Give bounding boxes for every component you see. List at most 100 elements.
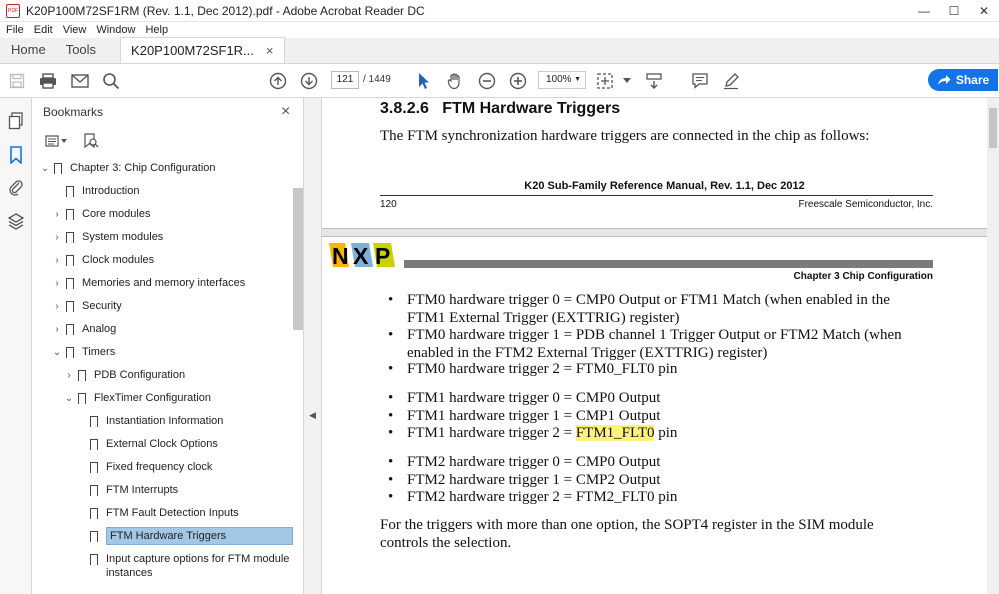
bookmark-item[interactable]: › Clock modules xyxy=(51,250,154,270)
bookmark-item[interactable]: › PDB Configuration xyxy=(63,365,185,385)
select-cursor-icon[interactable] xyxy=(414,71,434,91)
save-icon[interactable] xyxy=(7,71,27,91)
fit-page-icon[interactable] xyxy=(595,71,615,91)
footer-publisher: Freescale Semiconductor, Inc. xyxy=(798,199,933,210)
bookmarks-panel-title: Bookmarks xyxy=(43,105,104,119)
bookmark-label: Clock modules xyxy=(82,254,155,266)
bookmark-options-icon[interactable] xyxy=(43,132,71,150)
search-icon[interactable] xyxy=(101,71,121,91)
bookmark-item[interactable]: ⌄ Chapter 3: Chip Configuration xyxy=(39,158,216,178)
bookmark-label: System modules xyxy=(82,231,164,243)
pen-icon[interactable] xyxy=(721,71,741,91)
maximize-button[interactable]: ☐ xyxy=(939,0,969,22)
layers-icon[interactable] xyxy=(6,211,26,231)
collapse-panel-icon[interactable]: ◀ xyxy=(309,410,316,421)
scroll-mode-icon[interactable] xyxy=(644,71,664,91)
find-bookmark-icon[interactable] xyxy=(77,132,105,150)
bookmark-item[interactable]: Introduction xyxy=(51,181,139,201)
svg-text:N: N xyxy=(332,243,349,269)
bookmark-label: Introduction xyxy=(82,185,140,197)
hand-tool-icon[interactable] xyxy=(445,71,465,91)
tab-document[interactable]: K20P100M72SF1R... × xyxy=(120,37,285,64)
bookmark-icon xyxy=(66,185,74,200)
bookmark-item[interactable]: FTM Hardware Triggers xyxy=(90,526,293,546)
panel-splitter[interactable]: ◀ xyxy=(304,98,322,594)
next-page-icon[interactable] xyxy=(299,71,319,91)
bookmark-item[interactable]: › Analog xyxy=(51,319,116,339)
panel-scrollbar[interactable] xyxy=(293,188,303,330)
bookmark-item[interactable]: › Memories and memory interfaces xyxy=(51,273,245,293)
bookmark-icon xyxy=(78,392,86,407)
bookmark-item[interactable]: FTM Interrupts xyxy=(90,480,178,500)
menu-file[interactable]: File xyxy=(6,24,24,36)
bookmark-item[interactable]: › System modules xyxy=(51,227,163,247)
bookmark-item[interactable]: instances xyxy=(106,566,152,580)
chevron-right-icon[interactable]: › xyxy=(51,232,63,243)
bookmark-panel-icon[interactable] xyxy=(6,145,26,165)
chevron-right-icon[interactable]: › xyxy=(51,255,63,266)
document-scroll-thumb[interactable] xyxy=(989,108,997,148)
bookmark-icon xyxy=(66,254,74,269)
share-button[interactable]: Share xyxy=(928,69,998,91)
menu-edit[interactable]: Edit xyxy=(34,24,53,36)
bookmark-item[interactable]: Fixed frequency clock xyxy=(90,457,212,477)
bookmark-item[interactable]: › Core modules xyxy=(51,204,150,224)
tab-tools[interactable]: Tools xyxy=(56,37,106,63)
attachments-icon[interactable] xyxy=(6,177,26,197)
window-controls: — ☐ ✕ xyxy=(909,0,999,22)
document-view[interactable]: 3.8.2.6 FTM Hardware Triggers The FTM sy… xyxy=(322,98,987,594)
close-window-button[interactable]: ✕ xyxy=(969,0,999,22)
chevron-right-icon[interactable]: › xyxy=(51,209,63,220)
tab-home[interactable]: Home xyxy=(0,37,56,63)
bookmark-icon xyxy=(66,300,74,315)
chevron-right-icon[interactable]: › xyxy=(63,370,75,381)
share-icon xyxy=(937,75,951,85)
email-icon[interactable] xyxy=(70,71,90,91)
bookmark-icon xyxy=(90,530,98,545)
bookmark-icon xyxy=(90,484,98,499)
bookmark-item[interactable]: › Security xyxy=(51,296,122,316)
close-panel-icon[interactable]: × xyxy=(281,103,290,121)
chevron-down-icon[interactable]: ⌄ xyxy=(39,163,51,174)
zoom-level-input[interactable]: 100% ▼ xyxy=(538,71,586,89)
print-icon[interactable] xyxy=(38,71,58,91)
bookmark-item[interactable]: FTM Fault Detection Inputs xyxy=(90,503,239,523)
bookmark-icon xyxy=(90,553,98,568)
chevron-right-icon[interactable]: › xyxy=(51,278,63,289)
bookmark-item[interactable]: External Clock Options xyxy=(90,434,218,454)
menu-bar: File Edit View Window Help xyxy=(0,22,999,38)
chevron-right-icon[interactable]: › xyxy=(51,324,63,335)
bookmark-label: External Clock Options xyxy=(106,438,218,450)
page-thumbnails-icon[interactable] xyxy=(6,111,26,131)
menu-view[interactable]: View xyxy=(63,24,87,36)
bookmark-icon xyxy=(66,323,74,338)
chevron-down-icon[interactable]: ⌄ xyxy=(63,393,75,404)
comment-icon[interactable] xyxy=(690,71,710,91)
page-total: / 1449 xyxy=(363,74,391,85)
bookmark-label: Security xyxy=(82,300,122,312)
chevron-down-icon[interactable] xyxy=(617,71,637,91)
svg-text:P: P xyxy=(375,243,390,269)
menu-help[interactable]: Help xyxy=(145,24,168,36)
bookmark-item[interactable]: Instantiation Information xyxy=(90,411,223,431)
bookmark-label: Chapter 3: Chip Configuration xyxy=(70,162,216,174)
tab-close-icon[interactable]: × xyxy=(266,38,274,64)
bookmark-item[interactable]: ⌄ Timers xyxy=(51,342,115,362)
highlighted-text[interactable]: FTM1_FLT0 xyxy=(575,425,655,441)
page-number-input[interactable]: 121 xyxy=(331,71,359,89)
bookmark-label: Fixed frequency clock xyxy=(106,461,213,473)
menu-window[interactable]: Window xyxy=(96,24,135,36)
previous-page-icon[interactable] xyxy=(268,71,288,91)
zoom-in-icon[interactable] xyxy=(508,71,528,91)
chevron-down-icon[interactable]: ⌄ xyxy=(51,347,63,358)
bookmark-icon xyxy=(66,277,74,292)
zoom-out-icon[interactable] xyxy=(477,71,497,91)
bookmark-item[interactable]: ⌄ FlexTimer Configuration xyxy=(63,388,211,408)
document-scrollbar[interactable] xyxy=(987,98,999,594)
bookmark-icon xyxy=(54,162,62,177)
chevron-right-icon[interactable]: › xyxy=(51,301,63,312)
intro-paragraph: The FTM synchronization hardware trigger… xyxy=(380,128,870,144)
minimize-button[interactable]: — xyxy=(909,0,939,22)
section-heading: 3.8.2.6 FTM Hardware Triggers xyxy=(380,100,621,117)
zoom-dropdown-icon[interactable]: ▼ xyxy=(574,72,581,88)
